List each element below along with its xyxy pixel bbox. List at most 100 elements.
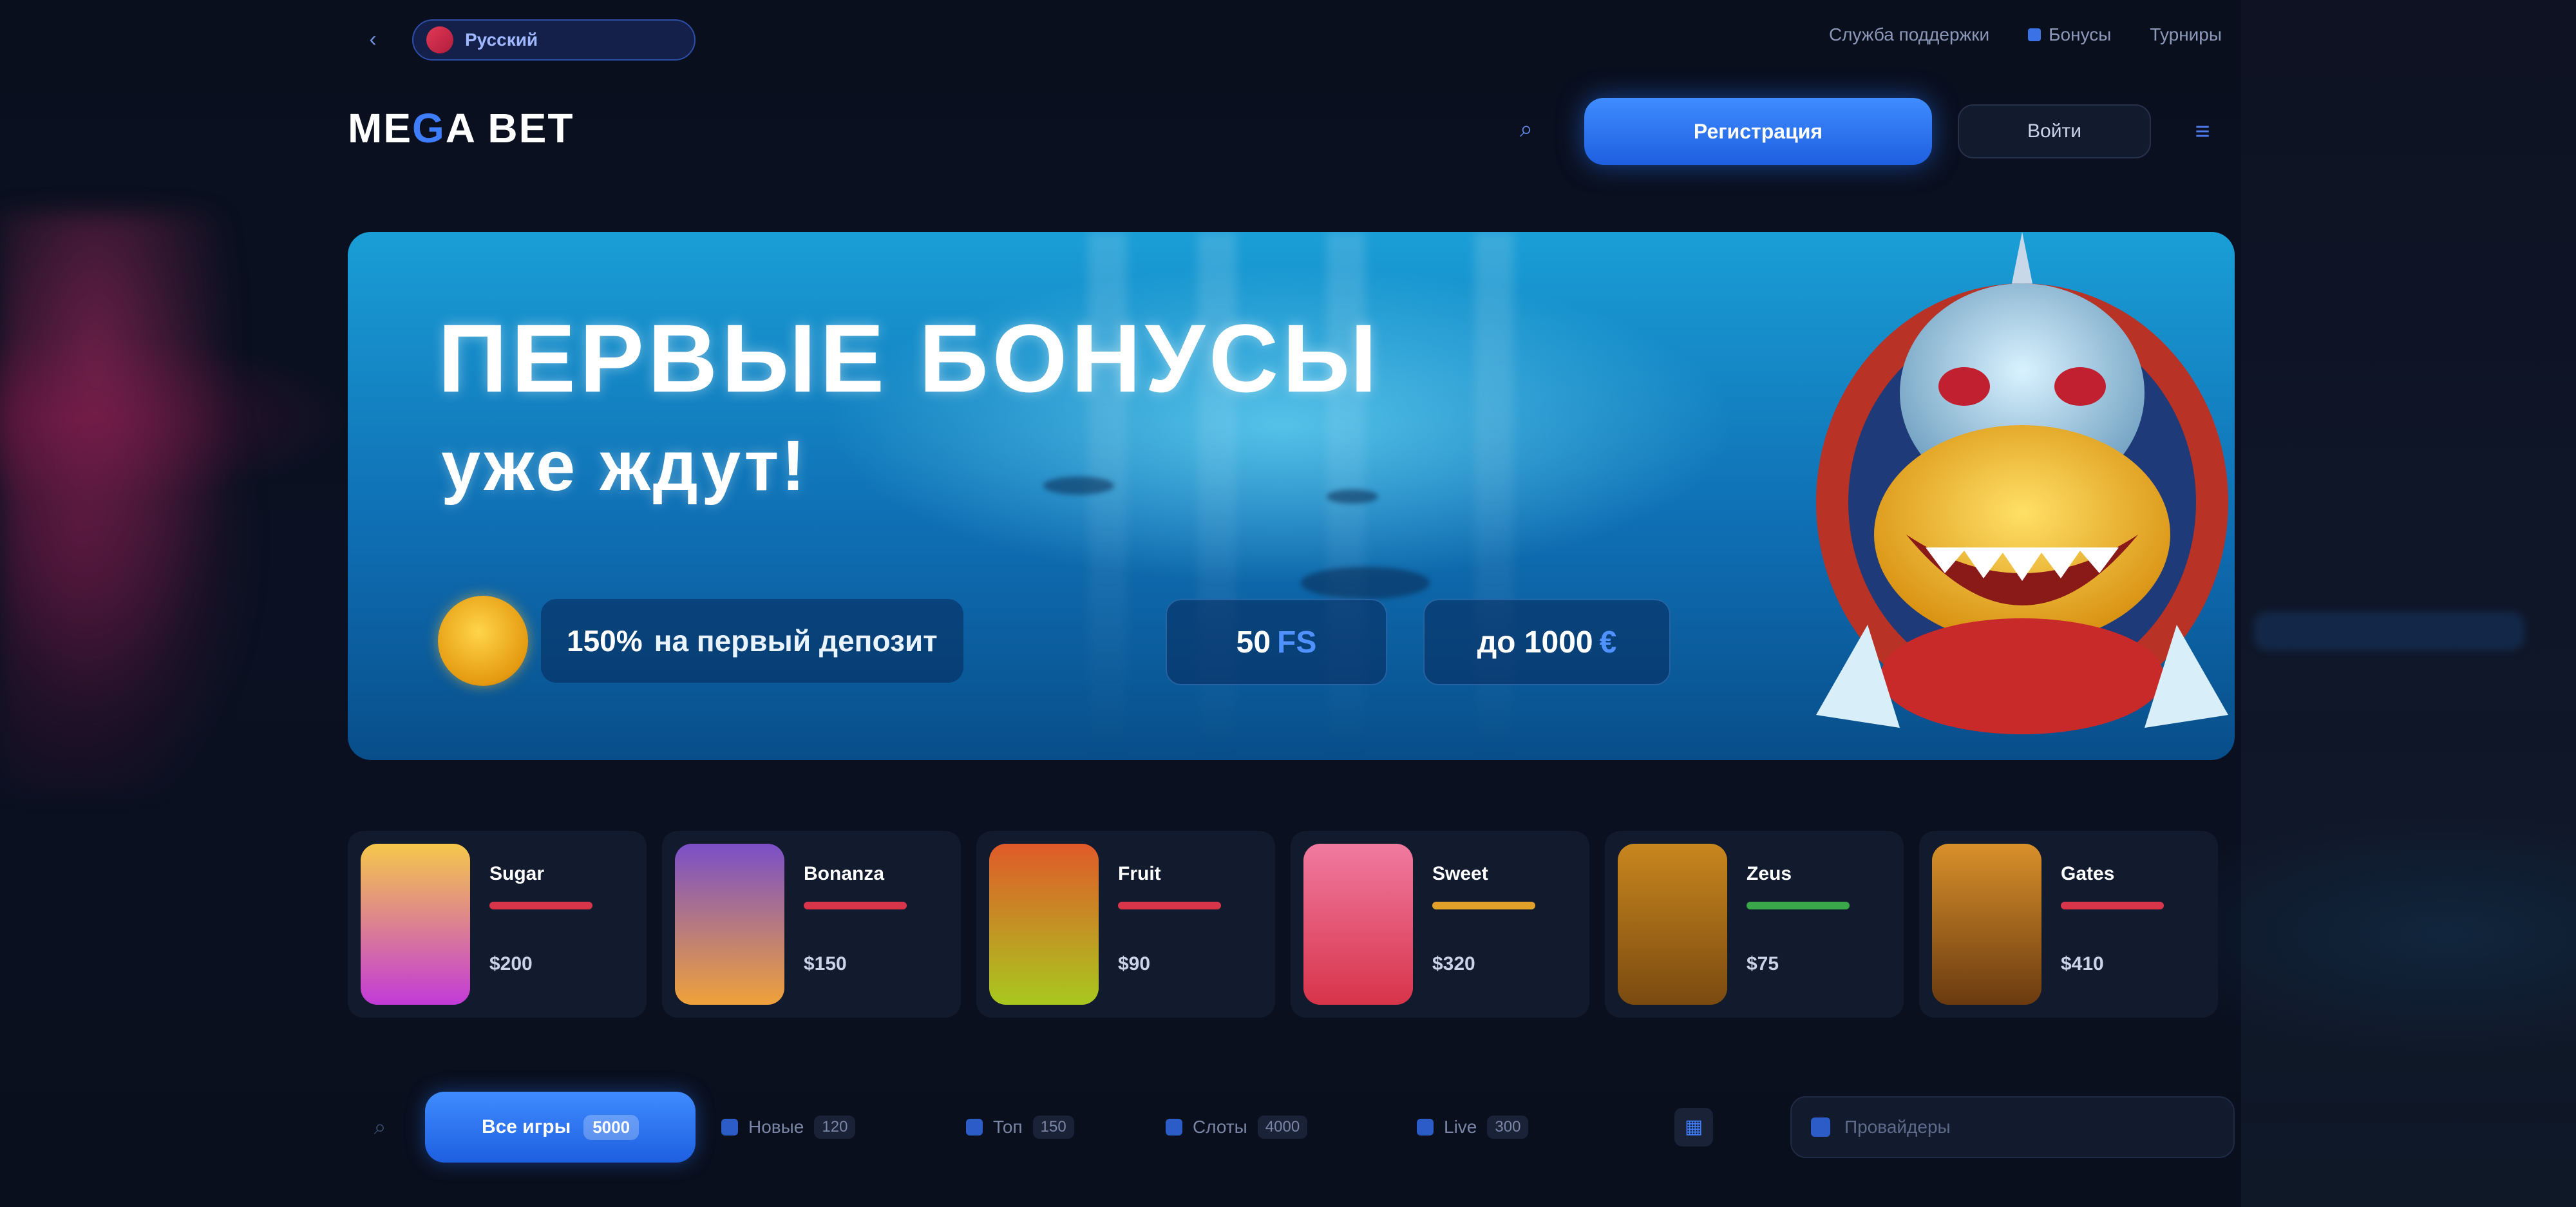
logo-text-left: ME	[348, 105, 412, 151]
coin-icon	[438, 596, 528, 686]
tab-new-label: Новые	[748, 1117, 804, 1137]
bonus-text-box: 150% на первый депозит	[541, 599, 963, 683]
free-spins-badge: 50 FS	[1166, 599, 1387, 685]
tab-all-games-count: 5000	[583, 1114, 639, 1140]
bonuses-link[interactable]: Бонусы	[2028, 24, 2111, 45]
arrow-left-icon[interactable]: ‹	[361, 27, 385, 52]
provider-search[interactable]	[1790, 1096, 2235, 1158]
tab-new-count: 120	[814, 1116, 856, 1139]
bonus-description: на первый депозит	[654, 624, 938, 658]
game-accent-bar	[2061, 902, 2164, 909]
fish-silhouette	[1327, 489, 1378, 504]
menu-icon[interactable]: ≡	[2183, 112, 2222, 151]
game-name: Gates	[2061, 863, 2115, 884]
free-spins-unit: FS	[1277, 625, 1317, 660]
fish-silhouette	[1043, 477, 1114, 495]
game-name: Sugar	[489, 863, 545, 884]
game-win-amount: $150	[804, 953, 847, 974]
game-card[interactable]: Fruit $90	[976, 831, 1275, 1018]
search-icon[interactable]: ⌕	[1507, 109, 1546, 148]
game-thumbnail[interactable]	[989, 844, 1099, 1005]
star-icon	[721, 1119, 738, 1136]
game-name: Fruit	[1118, 863, 1161, 884]
logo-text-right: A BET	[445, 105, 574, 151]
max-bonus-badge: до 1000 €	[1423, 599, 1671, 685]
live-icon	[1417, 1119, 1434, 1136]
game-win-amount: $90	[1118, 953, 1151, 974]
tab-all-games-label: Все игры	[481, 1116, 571, 1137]
game-accent-bar	[1432, 902, 1535, 909]
game-thumbnail[interactable]	[1618, 844, 1727, 1005]
tournaments-label: Турниры	[2150, 24, 2222, 44]
support-link[interactable]: Служба поддержки	[1829, 24, 1989, 45]
logo-text-accent: G	[412, 105, 446, 151]
game-accent-bar	[1118, 902, 1221, 909]
recent-wins-row: Sugar $200 Bonanza $150 Fruit $90 Sweet $320 Zeu…	[348, 831, 2235, 1018]
language-label: Русский	[465, 30, 538, 50]
background-art-left	[0, 213, 270, 792]
support-label: Служба поддержки	[1828, 24, 1990, 44]
tournaments-link[interactable]: Турниры	[2150, 24, 2222, 45]
deposit-bonus-chip: 150% на первый депозит	[438, 593, 963, 689]
grid-icon[interactable]: ▦	[1674, 1108, 1713, 1146]
game-thumbnail[interactable]	[675, 844, 784, 1005]
search-icon[interactable]: ⌕	[361, 1108, 399, 1146]
banner-subtitle: уже ждут!	[441, 426, 808, 506]
tab-top[interactable]: Топ 150	[966, 1105, 1074, 1150]
tab-live-label: Live	[1444, 1117, 1477, 1137]
game-name: Bonanza	[804, 863, 885, 884]
game-win-amount: $200	[489, 953, 533, 974]
game-card[interactable]: Sweet $320	[1291, 831, 1589, 1018]
background-art-right	[2241, 0, 2576, 1207]
tab-slots-label: Слоты	[1193, 1117, 1247, 1137]
background-glow	[2254, 612, 2524, 651]
game-thumbnail[interactable]	[1303, 844, 1413, 1005]
tab-all-games[interactable]: Все игры 5000	[425, 1092, 696, 1163]
promo-banner[interactable]: ПЕРВЫЕ БОНУСЫ уже ждут! 150% на первый д…	[348, 232, 2235, 760]
register-button[interactable]: Регистрация	[1584, 98, 1932, 165]
game-name: Zeus	[1747, 863, 1792, 884]
game-card[interactable]: Sugar $200	[348, 831, 647, 1018]
game-accent-bar	[804, 902, 907, 909]
game-thumbnail[interactable]	[1932, 844, 2041, 1005]
game-thumbnail[interactable]	[361, 844, 470, 1005]
header: MEGA BET ⌕ Регистрация Войти ≡	[348, 90, 2235, 165]
provider-icon	[1811, 1117, 1830, 1137]
tab-top-label: Топ	[993, 1117, 1023, 1137]
game-card[interactable]: Zeus $75	[1605, 831, 1904, 1018]
game-card[interactable]: Bonanza $150	[662, 831, 961, 1018]
bonus-amount: 150%	[567, 624, 643, 658]
free-spins-value: 50	[1236, 625, 1271, 660]
main-container: ‹ Русский Служба поддержки Бонусы Турнир…	[348, 0, 2235, 1207]
max-bonus-value: до 1000	[1477, 625, 1593, 660]
banner-title: ПЕРВЫЕ БОНУСЫ	[438, 304, 1381, 412]
game-card[interactable]: Gates $410	[1919, 831, 2218, 1018]
tab-top-count: 150	[1032, 1116, 1074, 1139]
language-selector[interactable]: Русский	[412, 19, 696, 61]
tab-slots-count: 4000	[1257, 1116, 1308, 1139]
game-name: Sweet	[1432, 863, 1488, 884]
game-win-amount: $320	[1432, 953, 1475, 974]
game-win-amount: $75	[1747, 953, 1779, 974]
tab-live-count: 300	[1487, 1116, 1529, 1139]
login-button[interactable]: Войти	[1958, 104, 2151, 158]
top-utility-bar: ‹ Русский Служба поддержки Бонусы Турнир…	[348, 13, 2235, 71]
tab-new[interactable]: Новые 120	[721, 1105, 856, 1150]
tab-live[interactable]: Live 300	[1417, 1105, 1529, 1150]
max-bonus-unit: €	[1599, 625, 1617, 660]
shark-mascot-icon	[1816, 232, 2228, 734]
slot-icon	[1166, 1119, 1182, 1136]
page: ‹ Русский Служба поддержки Бонусы Турнир…	[0, 0, 2576, 1207]
game-win-amount: $410	[2061, 953, 2104, 974]
category-filter-bar: ⌕ Все игры 5000 Новые 120 Топ 150 Слоты …	[348, 1088, 2235, 1172]
top-links: Служба поддержки Бонусы Турниры	[1829, 24, 2222, 45]
fish-silhouette	[1301, 567, 1430, 599]
tab-slots[interactable]: Слоты 4000	[1166, 1105, 1308, 1150]
game-accent-bar	[1747, 902, 1850, 909]
gift-icon	[2028, 28, 2041, 41]
flag-icon	[426, 26, 453, 53]
bonuses-label: Бонусы	[2049, 24, 2112, 44]
game-accent-bar	[489, 902, 592, 909]
provider-search-input[interactable]	[1843, 1116, 2206, 1138]
logo[interactable]: MEGA BET	[348, 104, 574, 152]
